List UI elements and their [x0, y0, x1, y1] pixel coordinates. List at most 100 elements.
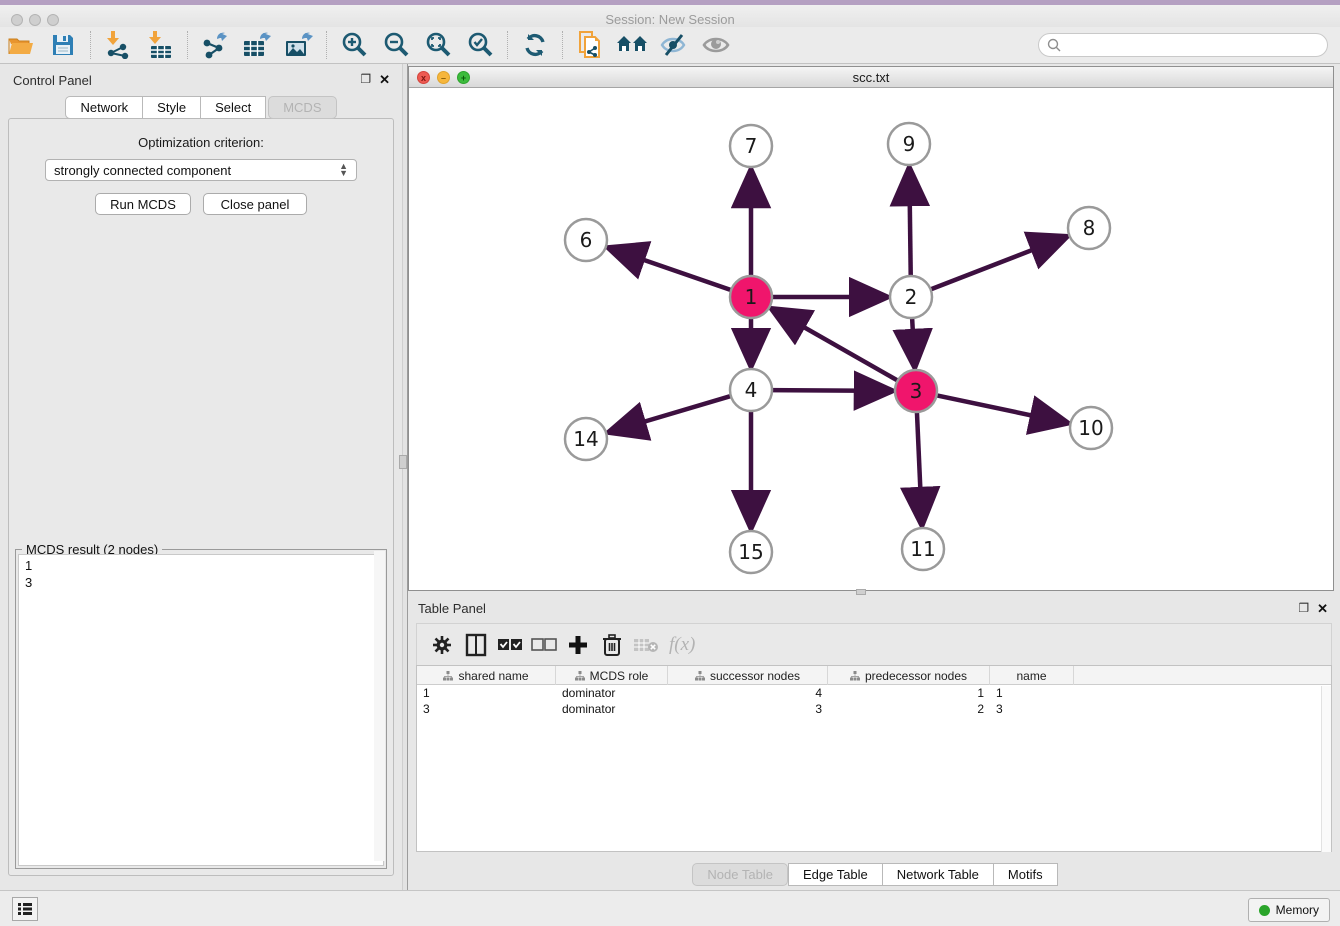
table-row[interactable]: 3dominator323 — [417, 701, 1331, 717]
column-header-successor-nodes[interactable]: successor nodes — [668, 666, 828, 685]
tab-edge-table[interactable]: Edge Table — [788, 863, 882, 886]
graph-node-label: 2 — [905, 285, 918, 309]
column-header-MCDS-role[interactable]: MCDS role — [556, 666, 668, 685]
table-row[interactable]: 1dominator411 — [417, 685, 1331, 701]
search-icon — [1047, 38, 1061, 52]
table-cell[interactable]: 1 — [990, 685, 1074, 701]
graph-node-14[interactable]: 14 — [565, 418, 607, 460]
graph-node-11[interactable]: 11 — [902, 528, 944, 570]
graph-edge-2-3[interactable] — [912, 316, 915, 367]
graph-node-6[interactable]: 6 — [565, 219, 607, 261]
network-window-titlebar[interactable]: x – + scc.txt — [409, 67, 1333, 88]
control-panel-title: Control Panel — [13, 73, 92, 88]
search-input[interactable] — [1061, 38, 1311, 52]
tab-node-table[interactable]: Node Table — [692, 863, 788, 886]
zoom-selected-icon[interactable] — [463, 30, 497, 60]
graph-node-label: 1 — [745, 285, 758, 309]
graph-node-label: 6 — [580, 228, 593, 252]
graph-edge-1-6[interactable] — [609, 248, 733, 291]
table-cell[interactable]: 1 — [417, 685, 556, 701]
float-panel-icon[interactable]: ❐ — [360, 72, 371, 88]
export-image-icon[interactable] — [282, 30, 316, 60]
mcds-result-text[interactable]: 1 3 — [18, 554, 384, 866]
refresh-layout-icon[interactable] — [518, 30, 552, 60]
column-header-predecessor-nodes[interactable]: predecessor nodes — [828, 666, 990, 685]
table-cell[interactable]: 1 — [828, 685, 990, 701]
memory-button[interactable]: Memory — [1248, 898, 1330, 922]
graph-node-7[interactable]: 7 — [730, 125, 772, 167]
graph-edge-2-9[interactable] — [909, 168, 910, 278]
graph-edge-4-14[interactable] — [609, 395, 733, 432]
application-window: Session: New Session — [0, 0, 1340, 926]
export-table-icon[interactable] — [240, 30, 274, 60]
zoom-in-icon[interactable] — [337, 30, 371, 60]
table-cell[interactable]: dominator — [556, 701, 668, 717]
open-folder-icon[interactable] — [4, 30, 38, 60]
show-all-icon[interactable] — [699, 30, 733, 60]
graph-edge-2-8[interactable] — [929, 237, 1067, 290]
deselect-checkboxes-icon[interactable] — [529, 630, 559, 660]
graph-edge-4-3[interactable] — [770, 390, 892, 391]
mcds-panel: Optimization criterion: strongly connect… — [8, 118, 394, 876]
home-layout-icon[interactable] — [615, 30, 649, 60]
graph-edge-3-1[interactable] — [772, 309, 900, 382]
graph-node-8[interactable]: 8 — [1068, 207, 1110, 249]
criterion-select[interactable]: strongly connected component ▲▼ — [45, 159, 357, 181]
graph-edge-3-10[interactable] — [935, 395, 1068, 423]
tab-mcds[interactable]: MCDS — [268, 96, 336, 119]
gear-icon[interactable] — [427, 630, 457, 660]
task-history-button[interactable] — [12, 897, 38, 921]
network-canvas[interactable]: 7 9 6 8 1 2 4 3 14 10 15 11 — [409, 88, 1333, 590]
table-cell[interactable]: 3 — [417, 701, 556, 717]
tab-network[interactable]: Network — [65, 96, 142, 119]
close-panel-icon[interactable]: ✕ — [1317, 601, 1328, 617]
graph-node-9[interactable]: 9 — [888, 123, 930, 165]
export-network-icon[interactable] — [198, 30, 232, 60]
save-icon[interactable] — [46, 30, 80, 60]
graph-node-label: 10 — [1078, 416, 1103, 440]
table-cell[interactable]: 4 — [668, 685, 828, 701]
select-all-checkboxes-icon[interactable] — [495, 630, 525, 660]
table-cell[interactable]: 2 — [828, 701, 990, 717]
vertical-splitter-grip[interactable] — [399, 455, 407, 469]
table-scrollbar[interactable] — [1321, 686, 1331, 852]
table-tabs: Node TableEdge TableNetwork TableMotifs — [408, 863, 1340, 886]
run-mcds-button[interactable]: Run MCDS — [95, 193, 191, 215]
table-cell[interactable]: dominator — [556, 685, 668, 701]
zoom-fit-icon[interactable] — [421, 30, 455, 60]
search-field[interactable] — [1038, 33, 1328, 57]
close-panel-button[interactable]: Close panel — [203, 193, 307, 215]
tab-select[interactable]: Select — [200, 96, 266, 119]
tab-network-table[interactable]: Network Table — [882, 863, 993, 886]
table-cell[interactable]: 3 — [990, 701, 1074, 717]
add-column-icon[interactable] — [563, 630, 593, 660]
columns-icon[interactable] — [461, 630, 491, 660]
graph-node-4[interactable]: 4 — [730, 369, 772, 411]
titlebar[interactable]: Session: New Session — [0, 5, 1340, 27]
graph-node-label: 3 — [910, 379, 923, 403]
table-cell[interactable]: 3 — [668, 701, 828, 717]
import-table-icon[interactable] — [143, 30, 177, 60]
zoom-out-icon[interactable] — [379, 30, 413, 60]
graph-node-10[interactable]: 10 — [1070, 407, 1112, 449]
hide-selected-icon[interactable] — [657, 30, 691, 60]
import-network-icon[interactable] — [101, 30, 135, 60]
table-toolbar: f(x) — [416, 623, 1332, 665]
graph-node-2[interactable]: 2 — [890, 276, 932, 318]
clone-network-icon[interactable] — [573, 30, 607, 60]
float-panel-icon[interactable]: ❐ — [1298, 601, 1309, 617]
column-header-name[interactable]: name — [990, 666, 1074, 685]
graph-node-15[interactable]: 15 — [730, 531, 772, 573]
tab-style[interactable]: Style — [142, 96, 200, 119]
graph-node-1[interactable]: 1 — [730, 276, 772, 318]
result-scrollbar[interactable] — [374, 551, 385, 861]
function-builder-icon[interactable]: f(x) — [669, 634, 695, 656]
graph-node-3[interactable]: 3 — [895, 370, 937, 412]
network-graph: 7 9 6 8 1 2 4 3 14 10 15 11 — [409, 88, 1333, 590]
delete-column-icon[interactable] — [597, 630, 627, 660]
close-panel-icon[interactable]: ✕ — [379, 72, 390, 88]
delete-table-icon[interactable] — [631, 630, 661, 660]
graph-edge-3-11[interactable] — [917, 410, 922, 525]
column-header-shared-name[interactable]: shared name — [417, 666, 556, 685]
tab-motifs[interactable]: Motifs — [993, 863, 1058, 886]
